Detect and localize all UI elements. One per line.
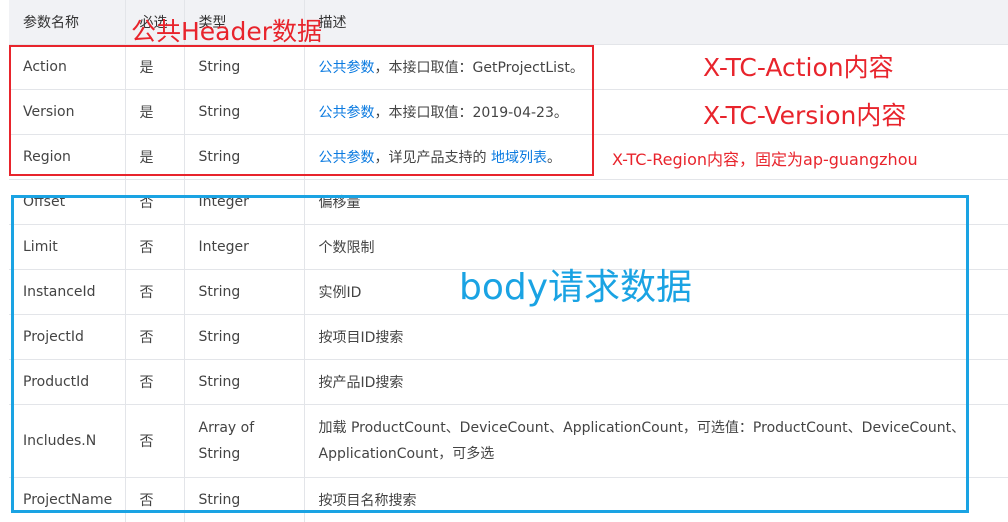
header-description: 描述 [304,0,1008,45]
body-annotation: body请求数据 [459,258,692,310]
body-data-highlight-box [11,195,969,513]
action-annotation: X-TC-Action内容 [703,48,894,84]
header-param-name: 参数名称 [9,0,125,45]
common-header-highlight-box [9,45,594,176]
region-annotation: X-TC-Region内容，固定为ap-guangzhou [612,146,918,170]
header-annotation: 公共Header数据 [131,12,322,48]
version-annotation: X-TC-Version内容 [703,96,906,132]
